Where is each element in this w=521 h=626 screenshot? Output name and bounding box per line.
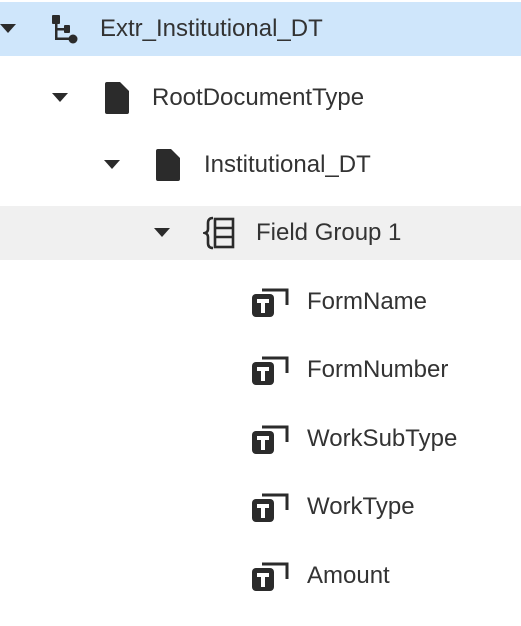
text-field-icon — [250, 549, 290, 603]
hierarchy-icon — [44, 2, 84, 56]
tree-node-label: FormName — [307, 288, 428, 315]
tree-node-label: RootDocumentType — [152, 84, 365, 111]
tree-node-label: FormNumber — [307, 356, 449, 383]
tree-node-label: Institutional_DT — [204, 151, 371, 178]
tree-node-institutional-dt[interactable]: Institutional_DT — [0, 138, 521, 192]
tree-node-field[interactable]: Amount — [0, 549, 521, 603]
text-field-icon — [250, 275, 290, 329]
text-field-icon — [250, 343, 290, 397]
caret-down-icon — [104, 160, 120, 169]
tree-node-label: Extr_Institutional_DT — [100, 15, 323, 42]
caret-down-icon — [0, 24, 16, 33]
tree-node-label: Field Group 1 — [256, 219, 402, 246]
caret-down-icon — [52, 93, 68, 102]
document-icon — [148, 138, 188, 192]
field-group-icon — [200, 206, 240, 260]
tree-node-field[interactable]: WorkSubType — [0, 412, 521, 466]
tree-node-label: WorkType — [307, 493, 415, 520]
document-icon — [97, 71, 137, 125]
tree-node-root[interactable]: Extr_Institutional_DT — [0, 2, 521, 56]
tree-node-root-document-type[interactable]: RootDocumentType — [0, 71, 521, 125]
tree-node-field-group-1[interactable]: Field Group 1 — [0, 206, 521, 260]
expand-toggle-root[interactable] — [0, 2, 20, 56]
text-field-icon — [250, 412, 290, 466]
tree-node-field[interactable]: FormNumber — [0, 343, 521, 397]
tree-node-field[interactable]: WorkType — [0, 480, 521, 534]
caret-down-icon — [154, 228, 170, 237]
tree-node-label: WorkSubType — [307, 425, 458, 452]
text-field-icon — [250, 480, 290, 534]
expand-toggle-institutional-dt[interactable] — [100, 138, 124, 192]
tree-node-label: Amount — [307, 562, 390, 589]
expand-toggle-field-group-1[interactable] — [150, 206, 174, 260]
tree-node-field[interactable]: FormName — [0, 275, 521, 329]
expand-toggle-root-document-type[interactable] — [48, 71, 72, 125]
